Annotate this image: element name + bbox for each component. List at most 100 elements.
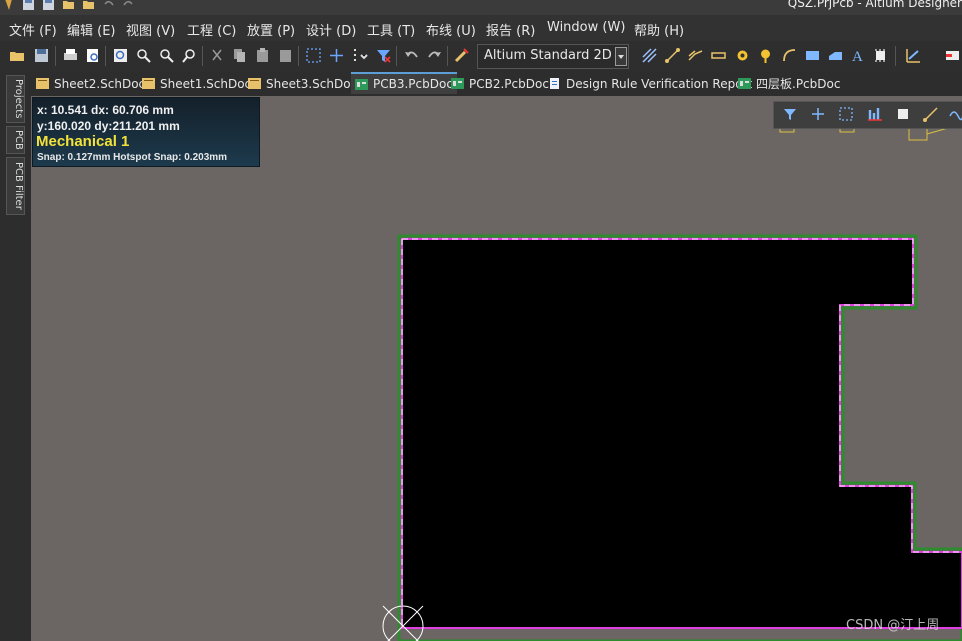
hud-x-coordinate: x: 10.541 dx: 60.706 mm <box>37 103 174 117</box>
select-icon[interactable] <box>838 106 854 122</box>
undo-icon[interactable] <box>102 0 115 11</box>
cut-icon[interactable] <box>209 47 226 64</box>
menu-design[interactable]: 设计 (D) <box>306 20 356 39</box>
move-icon[interactable] <box>810 106 826 122</box>
app-logo-icon <box>5 0 12 10</box>
toolbar-separator <box>298 46 299 66</box>
rubber-stamp-icon[interactable] <box>277 47 294 64</box>
panel-tab-pcb[interactable]: PCB <box>6 126 25 154</box>
place-fill-icon[interactable] <box>804 47 821 64</box>
toolbar-separator <box>202 46 203 66</box>
pcb-doc-icon <box>451 78 464 89</box>
place-string-icon[interactable]: A <box>849 47 866 64</box>
place-pad-icon[interactable] <box>734 47 751 64</box>
select-area-icon[interactable] <box>305 47 322 64</box>
component-icon[interactable] <box>895 106 911 122</box>
hatch-pattern-icon[interactable] <box>641 47 658 64</box>
route-icon[interactable] <box>923 106 939 122</box>
toolbar-separator <box>55 46 56 66</box>
tab-label: PCB2.PcbDoc <box>469 76 549 91</box>
hud-current-layer: Mechanical 1 <box>36 133 130 150</box>
tab-pcb2-pcbdoc[interactable]: PCB2.PcbDoc <box>451 73 549 94</box>
diff-pair-route-icon[interactable] <box>687 47 704 64</box>
chevron-down-icon[interactable] <box>615 47 627 66</box>
quick-access-toolbar <box>2 0 135 11</box>
undo-icon[interactable] <box>403 47 420 64</box>
redo-icon[interactable] <box>426 47 443 64</box>
save-all-icon[interactable] <box>42 0 55 11</box>
menu-project[interactable]: 工程 (C) <box>187 20 236 39</box>
tab-label: Sheet2.SchDoc <box>54 76 146 91</box>
place-polygon-icon[interactable] <box>827 47 844 64</box>
fit-document-icon[interactable] <box>112 47 129 64</box>
deselect-all-icon[interactable] <box>351 47 368 64</box>
document-tab-bar: Sheet2.SchDoc Sheet1.SchDoc Sheet3.SchDo… <box>31 71 962 96</box>
place-via-icon[interactable] <box>757 47 774 64</box>
view-configuration-value: Altium Standard 2D <box>484 48 612 63</box>
paste-icon[interactable] <box>254 47 271 64</box>
hud-snap-info: Snap: 0.127mm Hotspot Snap: 0.203mm <box>37 152 228 163</box>
print-icon[interactable] <box>62 47 79 64</box>
menu-place[interactable]: 放置 (P) <box>247 20 295 39</box>
zoom-selected-icon[interactable] <box>158 47 175 64</box>
save-icon[interactable] <box>33 47 50 64</box>
save-icon[interactable] <box>22 0 35 11</box>
title-bar: QSZ.PrjPcb - Altium Designer <box>0 0 962 15</box>
tab-four-layer-pcbdoc[interactable]: 四层板.PcbDoc <box>738 73 840 94</box>
menu-tools[interactable]: 工具 (T) <box>367 20 415 39</box>
cross-probe-icon[interactable] <box>453 47 470 64</box>
menu-route[interactable]: 布线 (U) <box>426 20 476 39</box>
copy-icon[interactable] <box>231 47 248 64</box>
open-icon[interactable] <box>9 47 26 64</box>
toolbar-separator <box>105 46 106 66</box>
tab-pcb3-pcbdoc[interactable]: PCB3.PcbDoc <box>351 72 457 94</box>
watermark: CSDN @汀上周 <box>846 618 940 633</box>
menu-reports[interactable]: 报告 (R) <box>486 20 535 39</box>
clear-filter-icon[interactable] <box>375 47 392 64</box>
panel-tab-projects[interactable]: Projects <box>6 75 25 123</box>
menu-view[interactable]: 视图 (V) <box>126 20 175 39</box>
svg-text:A: A <box>852 49 863 64</box>
tab-label: 四层板.PcbDoc <box>756 77 841 91</box>
align-icon[interactable] <box>867 106 883 122</box>
menu-window[interactable]: Window (W) <box>547 20 625 35</box>
panel-tab-pcb-filter[interactable]: PCB Filter <box>6 157 25 215</box>
place-arc-icon[interactable] <box>781 47 798 64</box>
toolbar-separator <box>895 46 896 66</box>
pcb-doc-icon <box>738 78 751 89</box>
open-folder-icon[interactable] <box>62 0 75 11</box>
tab-design-rule-report[interactable]: Design Rule Verification Report <box>548 73 752 94</box>
move-selection-icon[interactable] <box>328 47 345 64</box>
toolbar-separator <box>396 46 397 66</box>
tab-sheet1-schdoc[interactable]: Sheet1.SchDoc <box>142 73 251 94</box>
measure-distance-icon[interactable] <box>905 47 922 64</box>
zoom-area-icon[interactable] <box>135 47 152 64</box>
place-component-icon[interactable] <box>872 47 889 64</box>
tab-sheet2-schdoc[interactable]: Sheet2.SchDoc <box>36 73 145 94</box>
pcb-editor-canvas[interactable] <box>31 96 962 641</box>
schematic-doc-icon <box>248 78 261 89</box>
menu-help[interactable]: 帮助 (H) <box>634 20 684 39</box>
print-preview-icon[interactable] <box>84 47 101 64</box>
menu-file[interactable]: 文件 (F) <box>9 20 57 39</box>
window-title: QSZ.PrjPcb - Altium Designer <box>787 0 962 10</box>
menu-edit[interactable]: 编辑 (E) <box>67 20 116 39</box>
zoom-filtered-icon[interactable] <box>181 47 198 64</box>
open-project-icon[interactable] <box>82 0 95 11</box>
component-list-icon[interactable] <box>944 47 961 64</box>
interactive-route-icon[interactable] <box>664 47 681 64</box>
multi-route-icon[interactable] <box>710 47 727 64</box>
redo-icon[interactable] <box>122 0 135 11</box>
pcb-doc-icon <box>355 78 368 90</box>
heads-up-display: x: 10.541 dx: 60.706 mm y:160.020 dy:211… <box>32 97 260 167</box>
menu-bar: 文件 (F) 编辑 (E) 视图 (V) 工程 (C) 放置 (P) 设计 (D… <box>0 15 962 41</box>
filter-icon[interactable] <box>782 106 798 122</box>
schematic-doc-icon <box>142 78 155 89</box>
hud-y-coordinate: y:160.020 dy:211.201 mm <box>37 119 180 133</box>
tab-label: PCB3.PcbDoc <box>373 77 453 91</box>
tab-sheet3-schdoc[interactable]: Sheet3.SchDoc <box>248 73 357 94</box>
tab-label: Sheet1.SchDoc <box>160 76 252 91</box>
view-configuration-select[interactable]: Altium Standard 2D <box>477 44 629 69</box>
diff-pair-icon[interactable] <box>948 106 962 122</box>
active-bar <box>773 101 962 129</box>
